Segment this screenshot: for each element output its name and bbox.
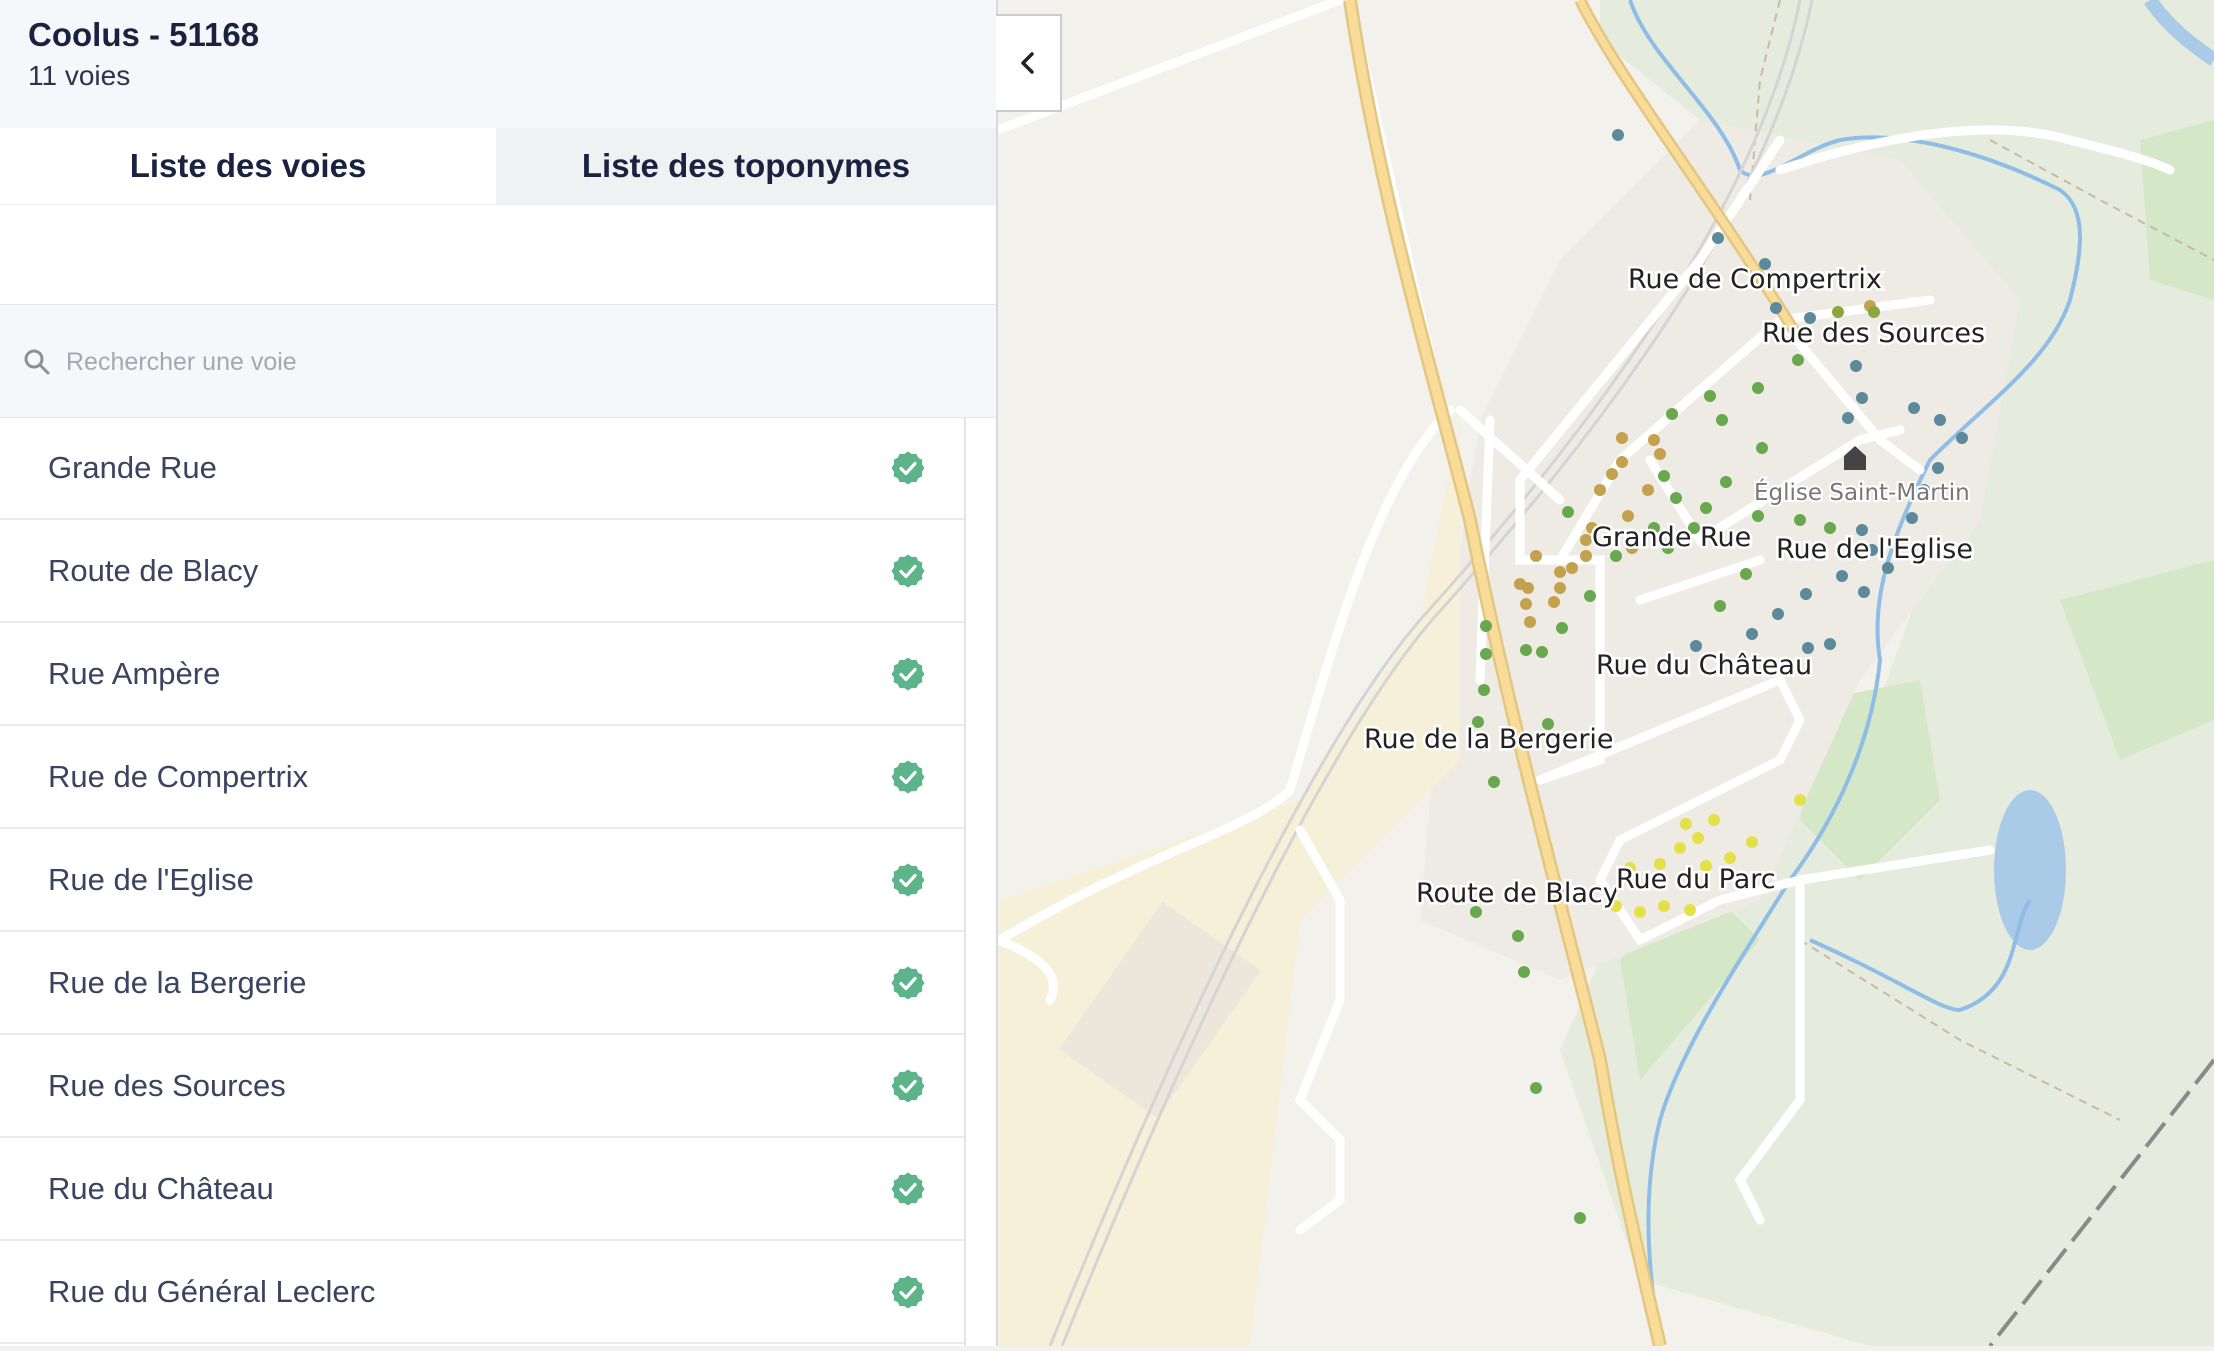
certified-check-icon <box>891 966 925 1000</box>
map-label-bergerie: Rue de la Bergerie <box>1364 724 1614 755</box>
map-label-eglise-rue: Rue de l'Eglise <box>1776 534 1973 565</box>
voie-row[interactable]: Grande Rue <box>0 417 964 520</box>
voie-name: Rue des Sources <box>48 1068 286 1103</box>
map[interactable]: Rue de Compertrix Rue des Sources Église… <box>993 0 2214 1348</box>
search-icon <box>24 349 50 375</box>
voie-name: Route de Blacy <box>48 553 259 588</box>
collapse-sidebar-button[interactable] <box>996 14 1062 112</box>
voie-row[interactable]: Rue Ampère <box>0 623 964 726</box>
map-label-blacy: Route de Blacy <box>1416 878 1619 909</box>
certified-check-icon <box>891 554 925 588</box>
voie-name: Rue du Général Leclerc <box>48 1274 376 1309</box>
tab-panel-spacer <box>0 204 996 305</box>
certified-check-icon <box>891 760 925 794</box>
map-label-compertrix: Rue de Compertrix <box>1628 264 1882 295</box>
voie-name: Rue de Compertrix <box>48 759 309 794</box>
voie-name: Rue Ampère <box>48 656 221 691</box>
search-input[interactable] <box>64 335 948 389</box>
map-label-parc: Rue du Parc <box>1616 864 1776 895</box>
certified-check-icon <box>891 863 925 897</box>
commune-title: Coolus - 51168 <box>28 16 260 53</box>
certified-check-icon <box>891 1172 925 1206</box>
map-label-sources: Rue des Sources <box>1762 318 1985 349</box>
search-bar <box>0 304 996 418</box>
voie-row[interactable]: Rue de la Bergerie <box>0 932 964 1035</box>
chevron-left-icon <box>1021 52 1034 74</box>
sidebar: Coolus - 51168 11 voies Liste des voies … <box>0 0 998 1346</box>
voie-row[interactable]: Rue du Château <box>0 1138 964 1241</box>
certified-check-icon <box>891 1275 925 1309</box>
voies-list: Grande Rue Route de Blacy Rue Ampère Rue de… <box>0 417 966 1346</box>
voie-row[interactable]: Rue du Général Leclerc <box>0 1241 964 1344</box>
tab-liste-des-voies[interactable]: Liste des voies <box>0 128 496 204</box>
voie-name: Rue du Château <box>48 1171 274 1206</box>
map-label-eglise-poi: Église Saint-Martin <box>1754 478 1970 506</box>
tab-liste-des-toponymes[interactable]: Liste des toponymes <box>496 128 996 204</box>
voie-row[interactable]: Rue de Compertrix <box>0 726 964 829</box>
voies-count: 11 voies <box>28 60 131 91</box>
map-label-chateau: Rue du Château <box>1596 650 1812 681</box>
park-area <box>2140 120 2214 300</box>
voie-row[interactable]: Rue des Sources <box>0 1035 964 1138</box>
voie-name: Rue de l'Eglise <box>48 862 254 897</box>
lake <box>1994 790 2066 950</box>
voie-name: Grande Rue <box>48 450 217 485</box>
certified-check-icon <box>891 1069 925 1103</box>
map-label-grande-rue: Grande Rue <box>1592 522 1751 553</box>
voie-row[interactable]: Route de Blacy <box>0 520 964 623</box>
map-canvas[interactable]: Rue de Compertrix Rue des Sources Église… <box>993 0 2214 1348</box>
voie-name: Rue de la Bergerie <box>48 965 307 1000</box>
voie-row[interactable]: Rue de l'Eglise <box>0 829 964 932</box>
certified-check-icon <box>891 657 925 691</box>
certified-check-icon <box>891 451 925 485</box>
commune-header: Coolus - 51168 11 voies <box>0 0 996 128</box>
